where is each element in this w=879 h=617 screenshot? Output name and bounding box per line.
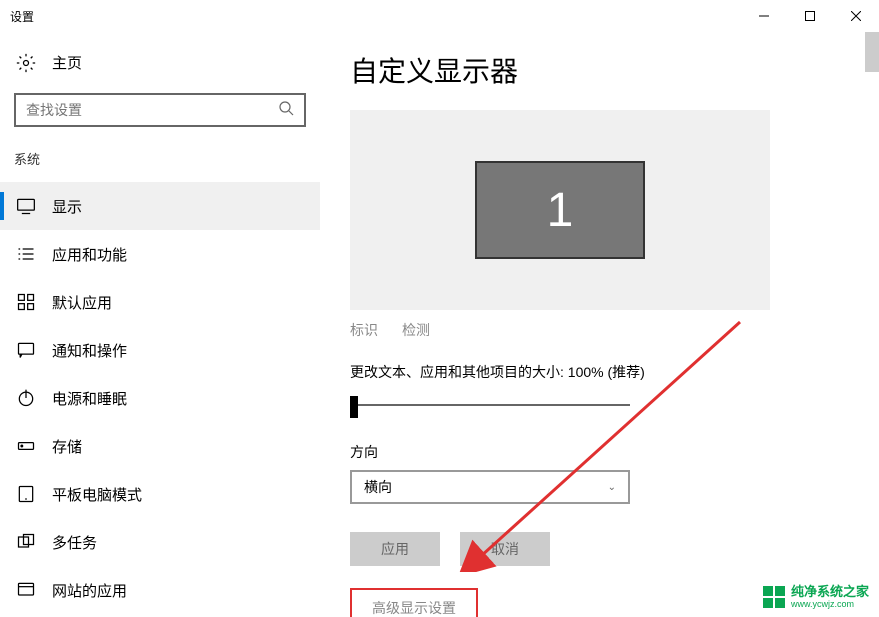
sidebar-item-power[interactable]: 电源和睡眠 [0, 374, 320, 422]
dropdown-value: 横向 [364, 477, 392, 497]
slider-thumb[interactable] [350, 396, 358, 418]
watermark: 纯净系统之家 www.ycwjz.com [763, 585, 869, 609]
page-title: 自定义显示器 [350, 50, 849, 90]
gear-icon [16, 53, 36, 73]
sidebar-item-tablet[interactable]: 平板电脑模式 [0, 470, 320, 518]
home-link[interactable]: 主页 [0, 44, 320, 81]
sidebar-item-website-apps[interactable]: 网站的应用 [0, 566, 320, 614]
orientation-label: 方向 [350, 442, 849, 462]
sidebar-item-label: 应用和功能 [52, 244, 127, 265]
watermark-logo-icon [763, 586, 785, 608]
watermark-url: www.ycwjz.com [791, 599, 869, 609]
close-button[interactable] [833, 0, 879, 32]
list-icon [16, 244, 36, 264]
search-box[interactable] [14, 93, 306, 127]
sidebar-item-label: 多任务 [52, 532, 97, 553]
identify-link[interactable]: 标识 [350, 320, 378, 340]
main-panel: 自定义显示器 1 标识 检测 更改文本、应用和其他项目的大小: 100% (推荐… [320, 32, 879, 617]
power-icon [16, 388, 36, 408]
home-label: 主页 [52, 52, 82, 73]
search-input[interactable] [26, 102, 278, 118]
sidebar-item-default-apps[interactable]: 默认应用 [0, 278, 320, 326]
sidebar-item-label: 通知和操作 [52, 340, 127, 361]
sidebar-item-apps[interactable]: 应用和功能 [0, 230, 320, 278]
cancel-button[interactable]: 取消 [460, 532, 550, 566]
tablet-icon [16, 484, 36, 504]
advanced-display-link[interactable]: 高级显示设置 [350, 588, 478, 617]
window-title: 设置 [10, 8, 34, 25]
sidebar-item-notifications[interactable]: 通知和操作 [0, 326, 320, 374]
website-icon [16, 580, 36, 600]
sidebar: 主页 系统 显示 应用和功能 默认应用 通知和操作 [0, 32, 320, 617]
monitor-thumbnail[interactable]: 1 [475, 161, 645, 259]
sidebar-item-storage[interactable]: 存储 [0, 422, 320, 470]
window-controls [741, 0, 879, 32]
sidebar-item-label: 存储 [52, 436, 82, 457]
sidebar-item-multitask[interactable]: 多任务 [0, 518, 320, 566]
drive-icon [16, 436, 36, 456]
sidebar-item-label: 平板电脑模式 [52, 484, 142, 505]
detect-link[interactable]: 检测 [402, 320, 430, 340]
search-icon [278, 100, 294, 121]
orientation-dropdown[interactable]: 横向 ⌄ [350, 470, 630, 504]
monitor-icon [16, 196, 36, 216]
multitask-icon [16, 532, 36, 552]
minimize-button[interactable] [741, 0, 787, 32]
scale-slider[interactable] [350, 394, 630, 418]
watermark-brand: 纯净系统之家 [791, 585, 869, 599]
slider-track [350, 404, 630, 406]
sidebar-item-label: 电源和睡眠 [52, 388, 127, 409]
maximize-button[interactable] [787, 0, 833, 32]
section-label: 系统 [0, 145, 320, 182]
scale-label: 更改文本、应用和其他项目的大小: 100% (推荐) [350, 362, 849, 382]
display-preview[interactable]: 1 [350, 110, 770, 310]
sidebar-item-label: 默认应用 [52, 292, 112, 313]
sidebar-item-label: 显示 [52, 196, 82, 217]
message-icon [16, 340, 36, 360]
chevron-down-icon: ⌄ [608, 482, 616, 493]
grid-icon [16, 292, 36, 312]
apply-button[interactable]: 应用 [350, 532, 440, 566]
sidebar-item-display[interactable]: 显示 [0, 182, 320, 230]
sidebar-item-label: 网站的应用 [52, 580, 127, 601]
